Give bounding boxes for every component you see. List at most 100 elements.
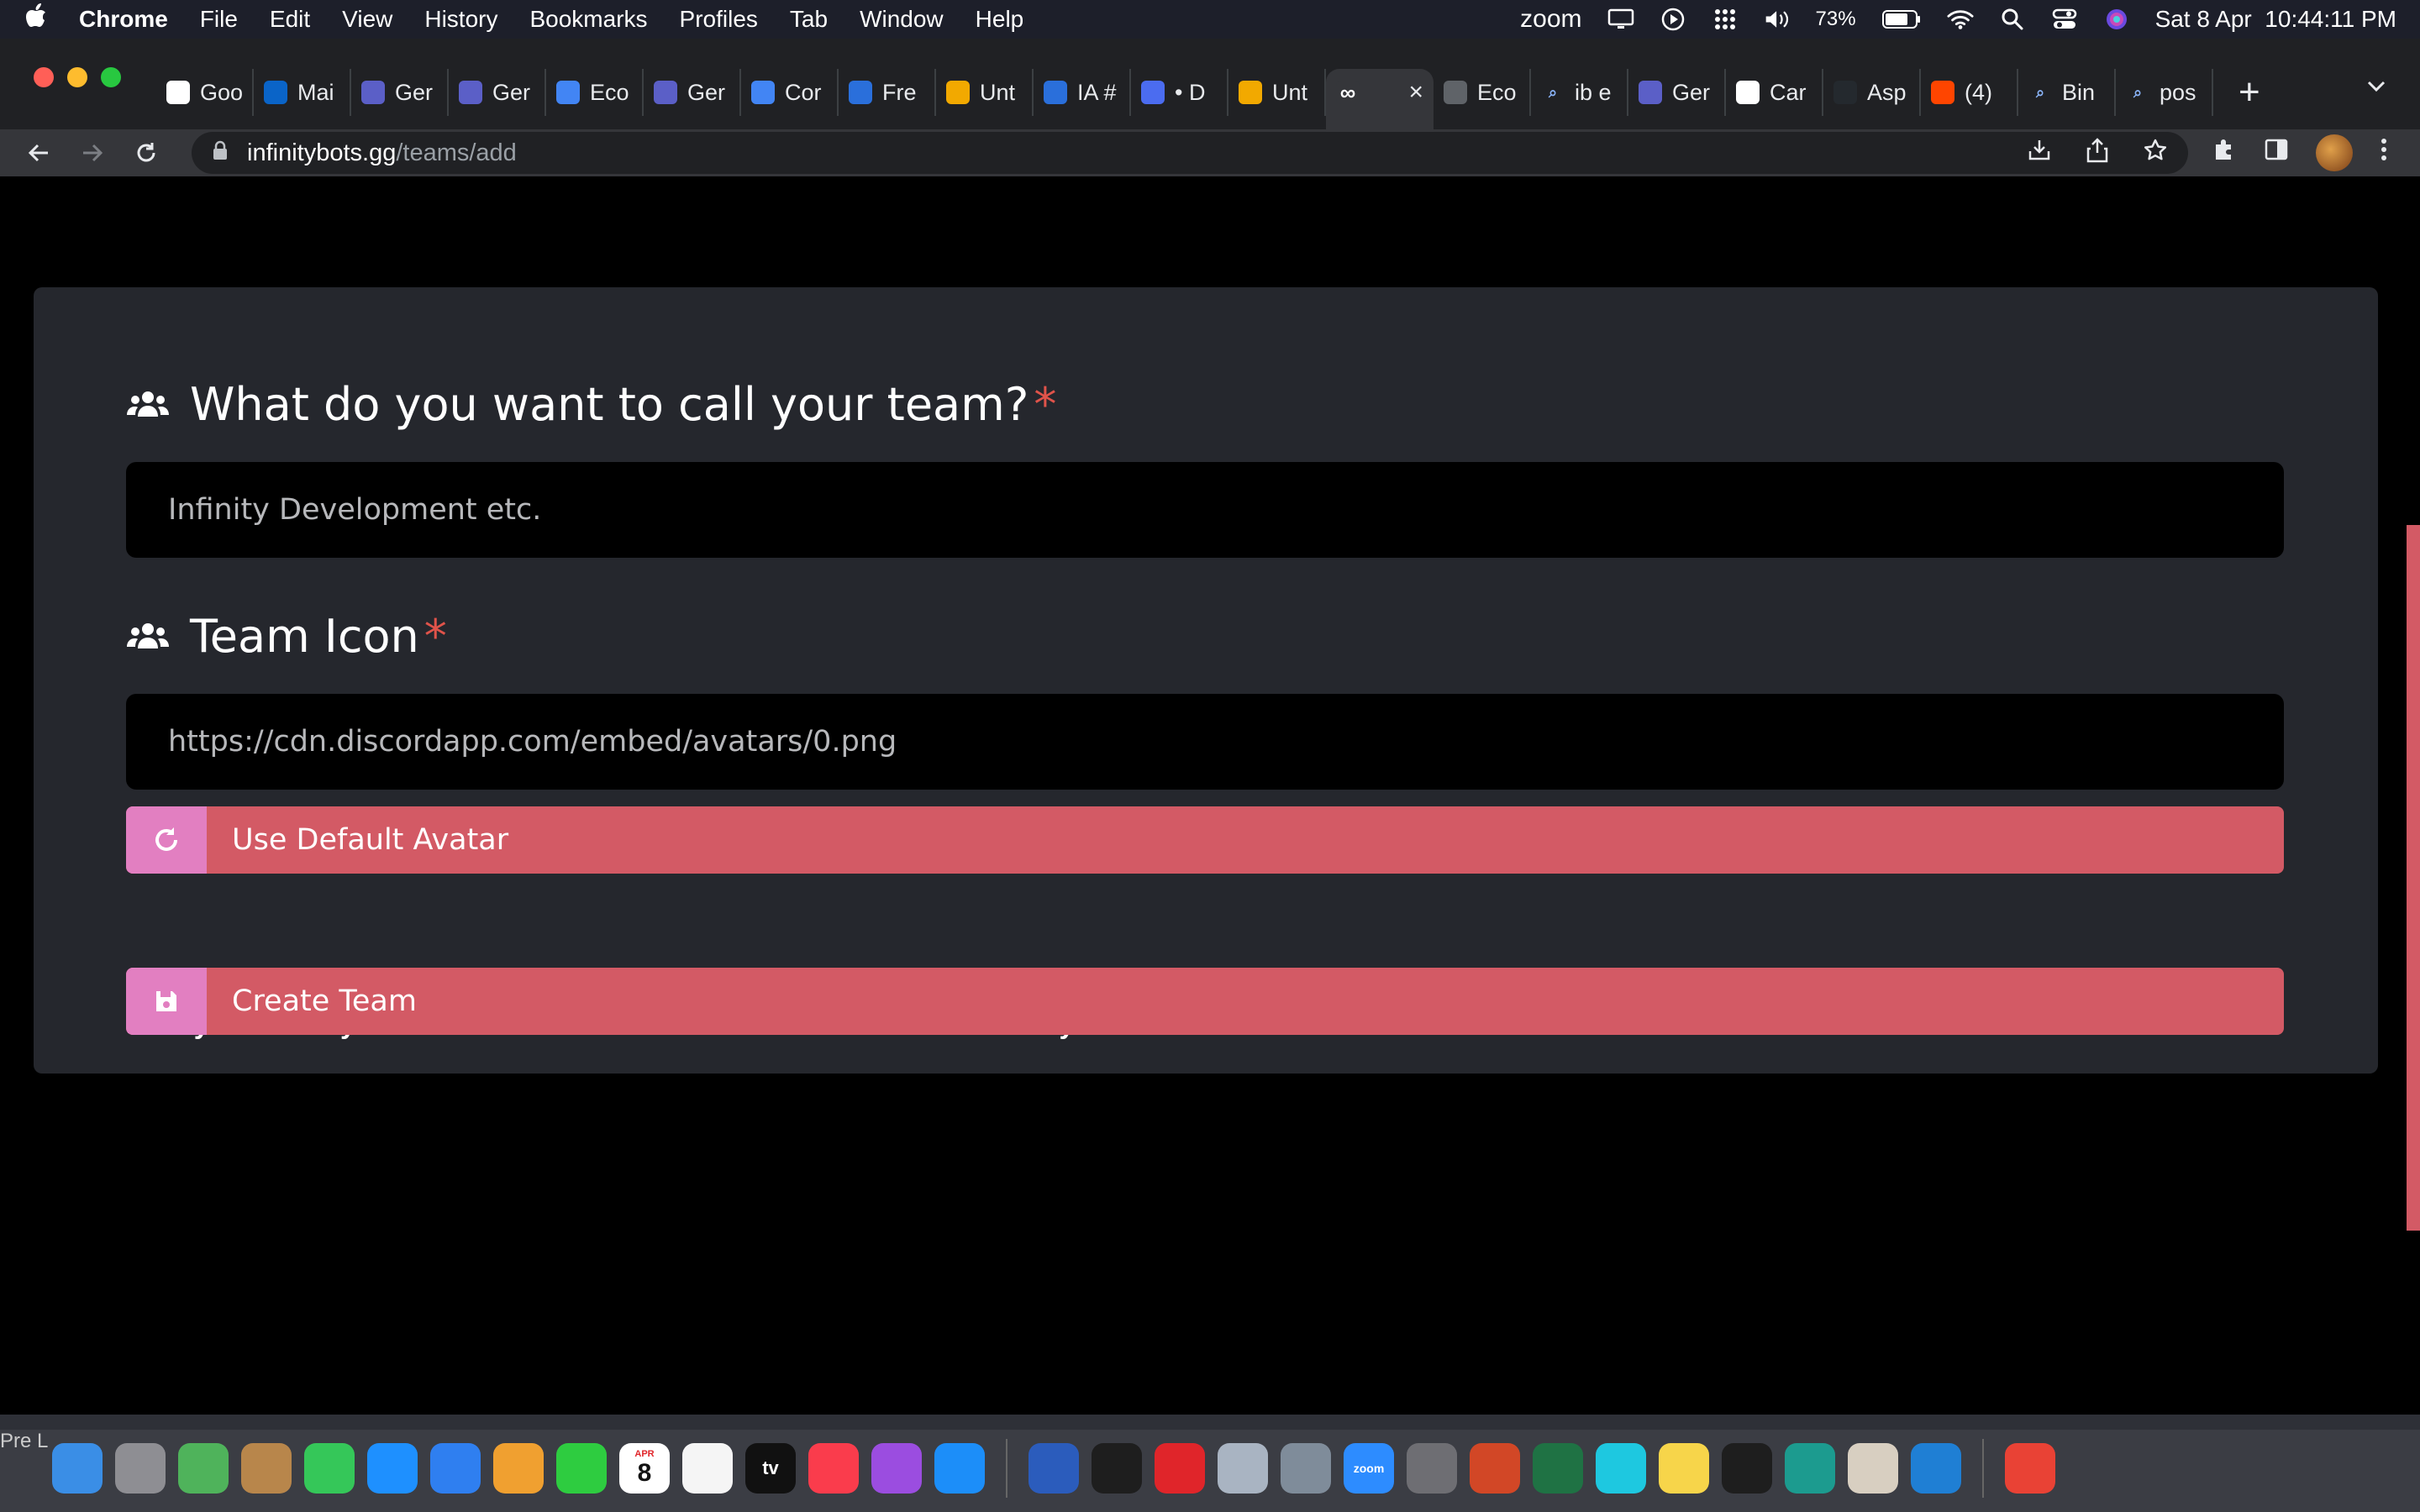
wifi-icon[interactable] (1947, 8, 1974, 31)
back-button[interactable] (20, 134, 57, 171)
chrome-menu-kebab-icon[interactable] (2380, 137, 2388, 169)
powerpoint-icon[interactable] (1470, 1443, 1520, 1494)
bookmark-star-icon[interactable] (2143, 138, 2168, 169)
safari-icon[interactable] (367, 1443, 418, 1494)
menu-tab[interactable]: Tab (790, 6, 828, 33)
apple-tv-icon[interactable]: tv (745, 1443, 796, 1494)
tab-2[interactable]: Ger (351, 69, 449, 116)
tab-6[interactable]: Cor (741, 69, 839, 116)
menu-bookmarks[interactable]: Bookmarks (529, 6, 647, 33)
creative-cloud-icon[interactable] (1155, 1443, 1205, 1494)
new-tab-button[interactable]: + (2238, 69, 2260, 116)
apple-menu-icon[interactable] (24, 3, 49, 35)
tab-10[interactable]: • D (1131, 69, 1228, 116)
music-icon[interactable] (808, 1443, 859, 1494)
extensions-puzzle-icon[interactable] (2212, 137, 2237, 169)
tab-14[interactable]: ⌕ ib e (1531, 69, 1628, 116)
chrome-icon[interactable] (2005, 1443, 2055, 1494)
launchpad-icon[interactable] (115, 1443, 166, 1494)
zoom-icon[interactable]: zoom (1344, 1443, 1394, 1494)
profile-avatar[interactable] (2316, 134, 2353, 171)
siri-icon[interactable] (2103, 8, 2130, 31)
menu-file[interactable]: File (200, 6, 238, 33)
system-info-icon[interactable] (1281, 1443, 1331, 1494)
notes-icon[interactable] (1659, 1443, 1709, 1494)
menu-edit[interactable]: Edit (270, 6, 310, 33)
use-default-avatar-button[interactable]: Use Default Avatar (126, 806, 2284, 874)
page-scrollbar[interactable] (2407, 525, 2420, 1231)
tab-5[interactable]: Ger (644, 69, 741, 116)
clock-icon[interactable] (1596, 1443, 1646, 1494)
photos-icon[interactable] (493, 1443, 544, 1494)
tab-16[interactable]: Car (1726, 69, 1823, 116)
tab-8[interactable]: Unt (936, 69, 1034, 116)
tab-1[interactable]: Mai (254, 69, 351, 116)
tab-4[interactable]: Eco (546, 69, 644, 116)
tab-20[interactable]: ⌕ pos (2116, 69, 2213, 116)
vscode-icon[interactable] (1911, 1443, 1961, 1494)
display-icon[interactable] (1607, 8, 1634, 31)
maximize-window-button[interactable] (101, 67, 121, 87)
tab-11[interactable]: Unt (1228, 69, 1326, 116)
messages-icon[interactable] (304, 1443, 355, 1494)
preview-icon[interactable] (1218, 1443, 1268, 1494)
calendar-icon[interactable]: APR 8 (619, 1443, 670, 1494)
side-panel-icon[interactable] (2264, 137, 2289, 169)
activity-monitor-icon[interactable] (1722, 1443, 1772, 1494)
tab-3[interactable]: Ger (449, 69, 546, 116)
team-icon-url-input[interactable]: https://cdn.discordapp.com/embed/avatars… (126, 694, 2284, 790)
system-preferences-icon[interactable] (1407, 1443, 1457, 1494)
control-center-icon[interactable] (2051, 8, 2078, 31)
app-menu[interactable]: Chrome (79, 6, 168, 33)
lock-icon[interactable] (212, 140, 229, 166)
play-icon[interactable] (1660, 8, 1686, 31)
menu-profiles[interactable]: Profiles (680, 6, 758, 33)
menu-help[interactable]: Help (976, 6, 1024, 33)
menu-view[interactable]: View (342, 6, 392, 33)
tab-17[interactable]: Asp (1823, 69, 1921, 116)
mail-icon[interactable] (430, 1443, 481, 1494)
zoom-status-label[interactable]: zoom (1520, 5, 1581, 34)
facetime-icon[interactable] (556, 1443, 607, 1494)
spotlight-search-icon[interactable] (1999, 8, 2026, 31)
maps-icon[interactable] (178, 1443, 229, 1494)
address-bar[interactable]: infinitybots.gg/teams/add (192, 132, 2188, 174)
close-window-button[interactable] (34, 67, 54, 87)
datetime-clock[interactable]: Sat 8 Apr 10:44:11 PM (2155, 6, 2396, 33)
contacts-icon[interactable] (241, 1443, 292, 1494)
word-icon[interactable] (1028, 1443, 1079, 1494)
team-name-input[interactable]: Infinity Development etc. (126, 462, 2284, 558)
edge-dev-icon[interactable] (1785, 1443, 1835, 1494)
tab-9[interactable]: IA # (1034, 69, 1131, 116)
cyberduck-icon[interactable] (1848, 1443, 1898, 1494)
battery-icon[interactable] (1881, 8, 1922, 31)
finder-icon[interactable] (52, 1443, 103, 1494)
install-download-icon[interactable] (2027, 138, 2052, 169)
reminders-icon[interactable] (682, 1443, 733, 1494)
tab-12[interactable]: ∞ × (1326, 69, 1434, 129)
share-icon[interactable] (2086, 137, 2109, 169)
minimize-window-button[interactable] (67, 67, 87, 87)
tab-18[interactable]: (4) (1921, 69, 2018, 116)
tab-label: Asp (1867, 79, 1907, 105)
team-name-label: What do you want to call your team? (190, 378, 1029, 431)
menu-window[interactable]: Window (860, 6, 944, 33)
grid-dots-icon[interactable] (1712, 8, 1739, 31)
excel-icon[interactable] (1533, 1443, 1583, 1494)
close-tab-icon[interactable]: × (1408, 78, 1423, 107)
terminal-icon[interactable] (1092, 1443, 1142, 1494)
tab-15[interactable]: Ger (1628, 69, 1726, 116)
podcasts-icon[interactable] (871, 1443, 922, 1494)
tab-7[interactable]: Fre (839, 69, 936, 116)
tab-13[interactable]: Eco (1434, 69, 1531, 116)
tab-19[interactable]: ⌕ Bin (2018, 69, 2116, 116)
url-path: /teams/add (396, 139, 517, 166)
reload-button[interactable] (128, 134, 165, 171)
menu-history[interactable]: History (424, 6, 497, 33)
forward-button[interactable] (74, 134, 111, 171)
create-team-button[interactable]: Create Team (126, 968, 2284, 1035)
tab-0[interactable]: Goo (156, 69, 254, 116)
app-store-icon[interactable] (934, 1443, 985, 1494)
tab-search-chevron-icon[interactable] (2366, 72, 2386, 99)
volume-icon[interactable] (1764, 8, 1791, 31)
